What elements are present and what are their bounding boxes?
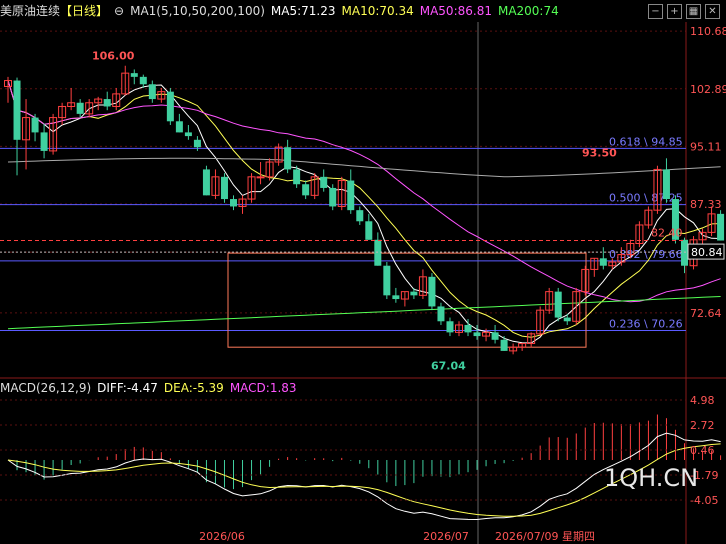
period-label[interactable]: 【日线】	[60, 4, 108, 18]
grid-icon[interactable]: ▦	[686, 4, 701, 19]
ma-params-label[interactable]: MA1(5,10,50,200,100)	[130, 4, 265, 18]
candle-body	[356, 210, 364, 222]
candle-body	[31, 117, 39, 133]
candle-body	[130, 73, 138, 77]
candle-body	[175, 121, 183, 133]
candle-body	[40, 132, 48, 151]
candle-body	[139, 76, 147, 85]
candle-body	[230, 199, 237, 207]
candle-body	[392, 295, 400, 300]
kline-chart: 0.618 \ 94.850.500 \ 87.250.382 \ 79.660…	[0, 22, 726, 544]
window-toolbar: − + ▦ ✕	[648, 4, 720, 19]
candle-body	[410, 291, 418, 296]
y-tick-label: 110.68	[690, 25, 726, 38]
candle-body	[220, 176, 228, 200]
y-tick-label: 95.11	[690, 140, 722, 153]
candle-body	[491, 332, 499, 340]
y-tick-label: 87.33	[690, 198, 722, 211]
macd-tick-label: 2.72	[690, 419, 715, 432]
high-price-label: 106.00	[92, 50, 135, 63]
candle-body	[383, 265, 391, 296]
candle-body	[148, 84, 156, 100]
candle-body	[256, 176, 265, 179]
symbol-name: 美原油连续	[0, 4, 61, 18]
candle-body	[681, 239, 688, 266]
candle-body	[329, 187, 337, 207]
y-tick-label: 72.64	[690, 307, 722, 320]
chart-header: 美原油连续【日线】 ⊖ MA1(5,10,50,200,100) MA5:71.23 M…	[0, 2, 565, 22]
date-axis: 2026/06 2026/07 2026/07/09 星期四	[199, 530, 595, 543]
candlestick-series	[4, 65, 725, 355]
candle-body	[302, 184, 310, 196]
ma10-value: MA10:70.34	[341, 4, 414, 18]
candle-body	[554, 291, 562, 318]
candle-body	[166, 91, 174, 122]
ma5-value: MA5:71.23	[270, 4, 336, 18]
candle-body	[76, 102, 84, 114]
candle-body	[284, 147, 292, 170]
candle-body	[365, 221, 373, 240]
candle-body	[500, 339, 508, 351]
x-tick-label: 2026/07	[423, 530, 469, 543]
y-tick-label: 80.84	[691, 246, 723, 259]
ma10-line	[7, 80, 721, 338]
settings-icon[interactable]: ⊖	[114, 4, 124, 18]
macd-tick-label: -4.05	[690, 494, 718, 507]
macd-tick-label: 4.98	[690, 394, 715, 407]
candle-body	[599, 258, 607, 266]
site-watermark: 1QH.CN	[604, 464, 699, 492]
close-icon[interactable]: ✕	[705, 4, 720, 19]
macd-diff: DIFF:-4.47	[97, 381, 158, 395]
x-tick-label: 2026/06	[199, 530, 245, 543]
candle-body	[717, 213, 725, 241]
low-price-label: 67.04	[431, 359, 466, 372]
candle-body	[446, 321, 454, 333]
candle-body	[464, 324, 472, 333]
candle-body	[473, 332, 481, 337]
macd-header: MACD(26,12,9) DIFF:-4.47 DEA:-5.39 MACD:1.8…	[0, 381, 303, 395]
y-tick-label: 102.89	[690, 83, 726, 96]
moving-average-lines	[7, 80, 721, 344]
fib-label: 0.236 \ 70.26	[609, 317, 683, 330]
candle-body	[184, 132, 192, 137]
candle-body	[563, 317, 571, 322]
macd-value: MACD:1.83	[229, 381, 297, 395]
macd-panel: 4.982.720.46-1.79-4.05	[0, 394, 722, 521]
macd-dea: DEA:-5.39	[163, 381, 224, 395]
candle-body	[374, 239, 382, 266]
candle-body	[13, 80, 21, 140]
ma100-line	[7, 157, 721, 178]
ma5-line	[7, 80, 721, 344]
candle-body	[437, 306, 445, 322]
price-line-label: 82.40	[651, 227, 683, 240]
price-axis: 110.68 102.89 95.11 87.33 80.84 72.64	[687, 25, 726, 320]
candle-body	[193, 139, 201, 148]
candle-body	[662, 169, 670, 200]
macd-params[interactable]: MACD(26,12,9)	[0, 381, 91, 395]
candle-body	[202, 169, 210, 196]
fib-label: 0.500 \ 87.25	[609, 192, 683, 205]
minus-icon[interactable]: −	[648, 4, 663, 19]
fib-label: 0.618 \ 94.85	[609, 135, 683, 148]
candle-body	[103, 99, 111, 107]
plus-icon[interactable]: +	[667, 4, 682, 19]
candle-body	[293, 169, 301, 185]
candle-body	[347, 180, 355, 211]
ma200-value: MA200:74	[497, 4, 559, 18]
candle-body	[428, 276, 436, 307]
ma50-value: MA50:86.81	[419, 4, 492, 18]
recent-high-label: 93.50	[582, 146, 617, 159]
candle-body	[320, 176, 328, 188]
macd-tick-label: 0.46	[690, 444, 715, 457]
x-tick-label: 2026/07/09 星期四	[495, 530, 595, 543]
